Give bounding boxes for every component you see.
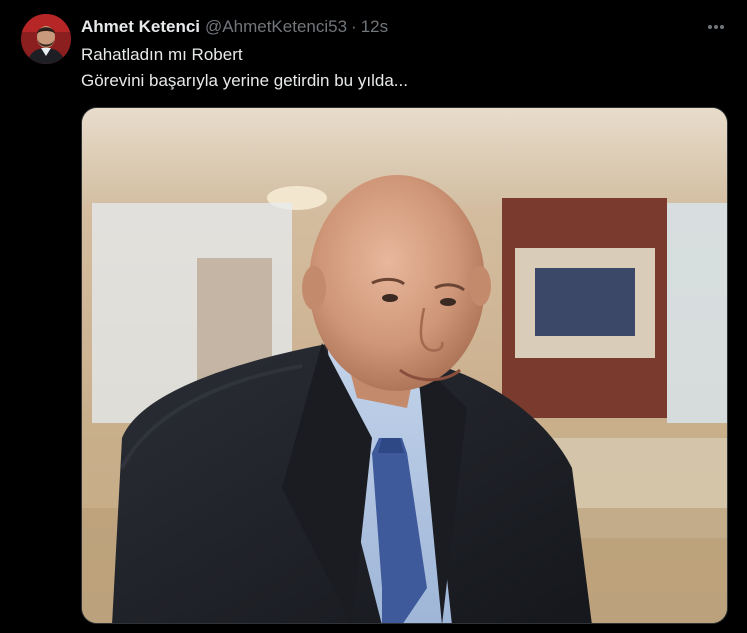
tweet-photo[interactable] (81, 107, 728, 624)
author-display-name[interactable]: Ahmet Ketenci (81, 17, 200, 37)
tweet[interactable]: Ahmet Ketenci @AhmetKetenci53 · 12s Raha… (0, 0, 747, 633)
tweet-timestamp[interactable]: 12s (361, 17, 388, 37)
tweet-header: Ahmet Ketenci @AhmetKetenci53 · 12s (81, 16, 388, 38)
photo-image (82, 108, 727, 623)
user-avatar-icon (21, 14, 71, 64)
more-horizontal-icon (708, 25, 724, 29)
author-handle[interactable]: @AhmetKetenci53 (205, 17, 347, 37)
tweet-text-line: Görevini başarıyla yerine getirdin bu yı… (81, 71, 408, 90)
author-avatar[interactable] (21, 14, 71, 64)
more-options-button[interactable] (703, 14, 729, 40)
tweet-text: Rahatladın mı Robert Görevini başarıyla … (81, 42, 721, 94)
header-separator: · (351, 17, 357, 36)
tweet-text-line: Rahatladın mı Robert (81, 45, 243, 64)
